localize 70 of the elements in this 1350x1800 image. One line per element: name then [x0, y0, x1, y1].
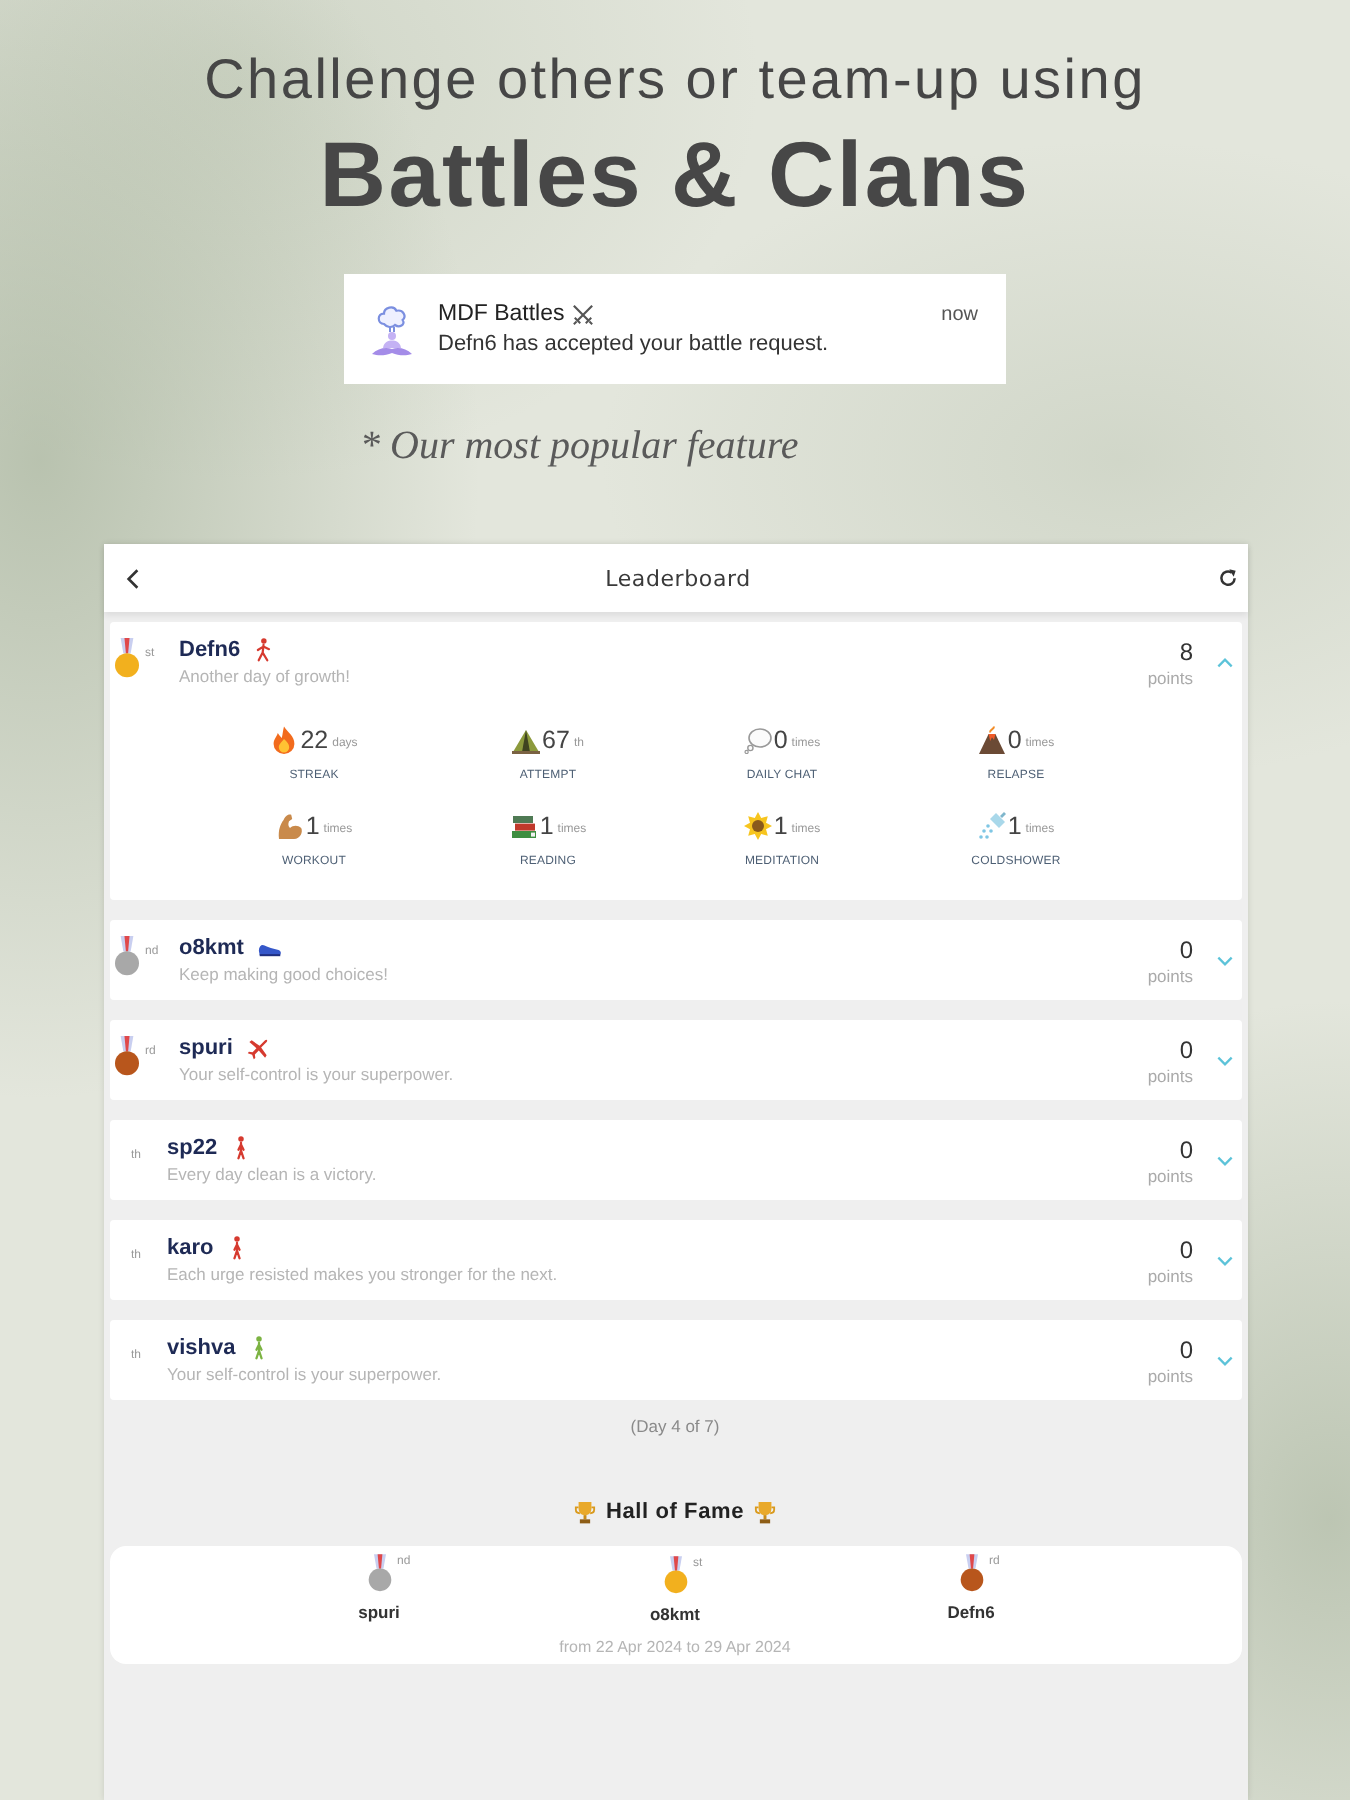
crossed-swords-icon: [572, 303, 595, 325]
member-motto: Your self-control is your superpower.: [179, 1063, 454, 1085]
volcano-icon: [977, 726, 1006, 754]
member-name: vishva: [167, 1335, 236, 1361]
tent-icon: [512, 726, 541, 754]
member-name: spuri: [179, 1035, 233, 1061]
points-value: 0: [1179, 1135, 1193, 1163]
stat-value: 0: [1007, 726, 1022, 754]
airplane-icon: [246, 1037, 271, 1059]
trophy-icon: [754, 1500, 776, 1524]
winner-name: o8kmt: [649, 1604, 701, 1626]
trophy-icon: [573, 1500, 596, 1524]
member-motto: Your self-control is your superpower.: [167, 1363, 442, 1385]
chevron-up-icon[interactable]: [1215, 657, 1233, 667]
notification-message: Defn6 has accepted your battle request.: [438, 332, 829, 356]
chevron-down-icon[interactable]: [1215, 1155, 1233, 1165]
hall-of-fame-title: Hall of Fame: [605, 1498, 744, 1526]
points-label: points: [1147, 1065, 1193, 1085]
stat-value: 1: [1007, 812, 1022, 840]
notification-time: now: [941, 303, 978, 325]
chevron-down-icon[interactable]: [1215, 955, 1233, 965]
walking-figure-icon: [227, 1236, 246, 1260]
back-icon[interactable]: [125, 567, 139, 589]
member-motto: Another day of growth!: [179, 665, 351, 687]
flower-icon: [743, 812, 772, 840]
points-label: points: [1147, 1165, 1193, 1185]
member-motto: Each urge resisted makes you stronger for the next.: [167, 1263, 558, 1285]
chevron-down-icon[interactable]: [1215, 1255, 1233, 1265]
day-caption: (Day 4 of 7): [630, 1416, 720, 1436]
points-value: 0: [1179, 1235, 1193, 1263]
refresh-icon[interactable]: [1217, 568, 1237, 588]
points-label: points: [1147, 1265, 1193, 1285]
chevron-down-icon[interactable]: [1215, 1355, 1233, 1365]
walking-figure-icon: [231, 1136, 250, 1160]
headline: Challenge others or team-up using: [204, 46, 1146, 114]
chevron-down-icon[interactable]: [1215, 1055, 1233, 1065]
member-motto: Every day clean is a victory.: [167, 1163, 377, 1185]
handwritten-note: * Our most popular feature: [360, 422, 799, 472]
member-name: Defn6: [179, 637, 241, 663]
stat-value: 1: [305, 812, 320, 840]
points-value: 0: [1179, 1335, 1193, 1363]
points-label: points: [1147, 965, 1193, 985]
stat-value: 22: [300, 726, 329, 754]
points-value: 0: [1179, 935, 1193, 963]
member-name: karo: [167, 1235, 214, 1261]
period-text: from 22 Apr 2024 to 29 Apr 2024: [559, 1638, 791, 1658]
member-name: sp22: [167, 1135, 218, 1161]
member-name: o8kmt: [179, 935, 244, 961]
notification-app-name: MDF Battles: [438, 302, 565, 326]
winner-name: Defn6: [947, 1602, 995, 1624]
stat-value: 1: [539, 812, 554, 840]
running-figure-icon: [254, 638, 273, 662]
flexed-arm-icon: [275, 812, 304, 840]
stat-value: 67: [542, 726, 570, 754]
stat-value: 1: [773, 812, 788, 840]
points-label: points: [1147, 1365, 1193, 1385]
fire-icon: [270, 726, 299, 754]
shower-head-icon: [977, 812, 1006, 840]
headline-title: Battles & Clans: [319, 124, 1031, 224]
points-label: points: [1147, 667, 1193, 687]
screen-title: Leaderboard: [605, 565, 751, 591]
points-value: 8: [1179, 637, 1193, 665]
notification-card[interactable]: MDF Battles now Defn6 has accepted your battle request.: [344, 274, 1006, 384]
books-icon: [509, 812, 538, 840]
points-value: 0: [1179, 1035, 1193, 1063]
stat-value: 0: [773, 726, 788, 754]
walking-figure-icon: [249, 1336, 268, 1360]
winner-name: spuri: [358, 1602, 400, 1624]
thought-bubble-icon: [743, 726, 772, 754]
member-motto: Keep making good choices!: [179, 963, 388, 985]
